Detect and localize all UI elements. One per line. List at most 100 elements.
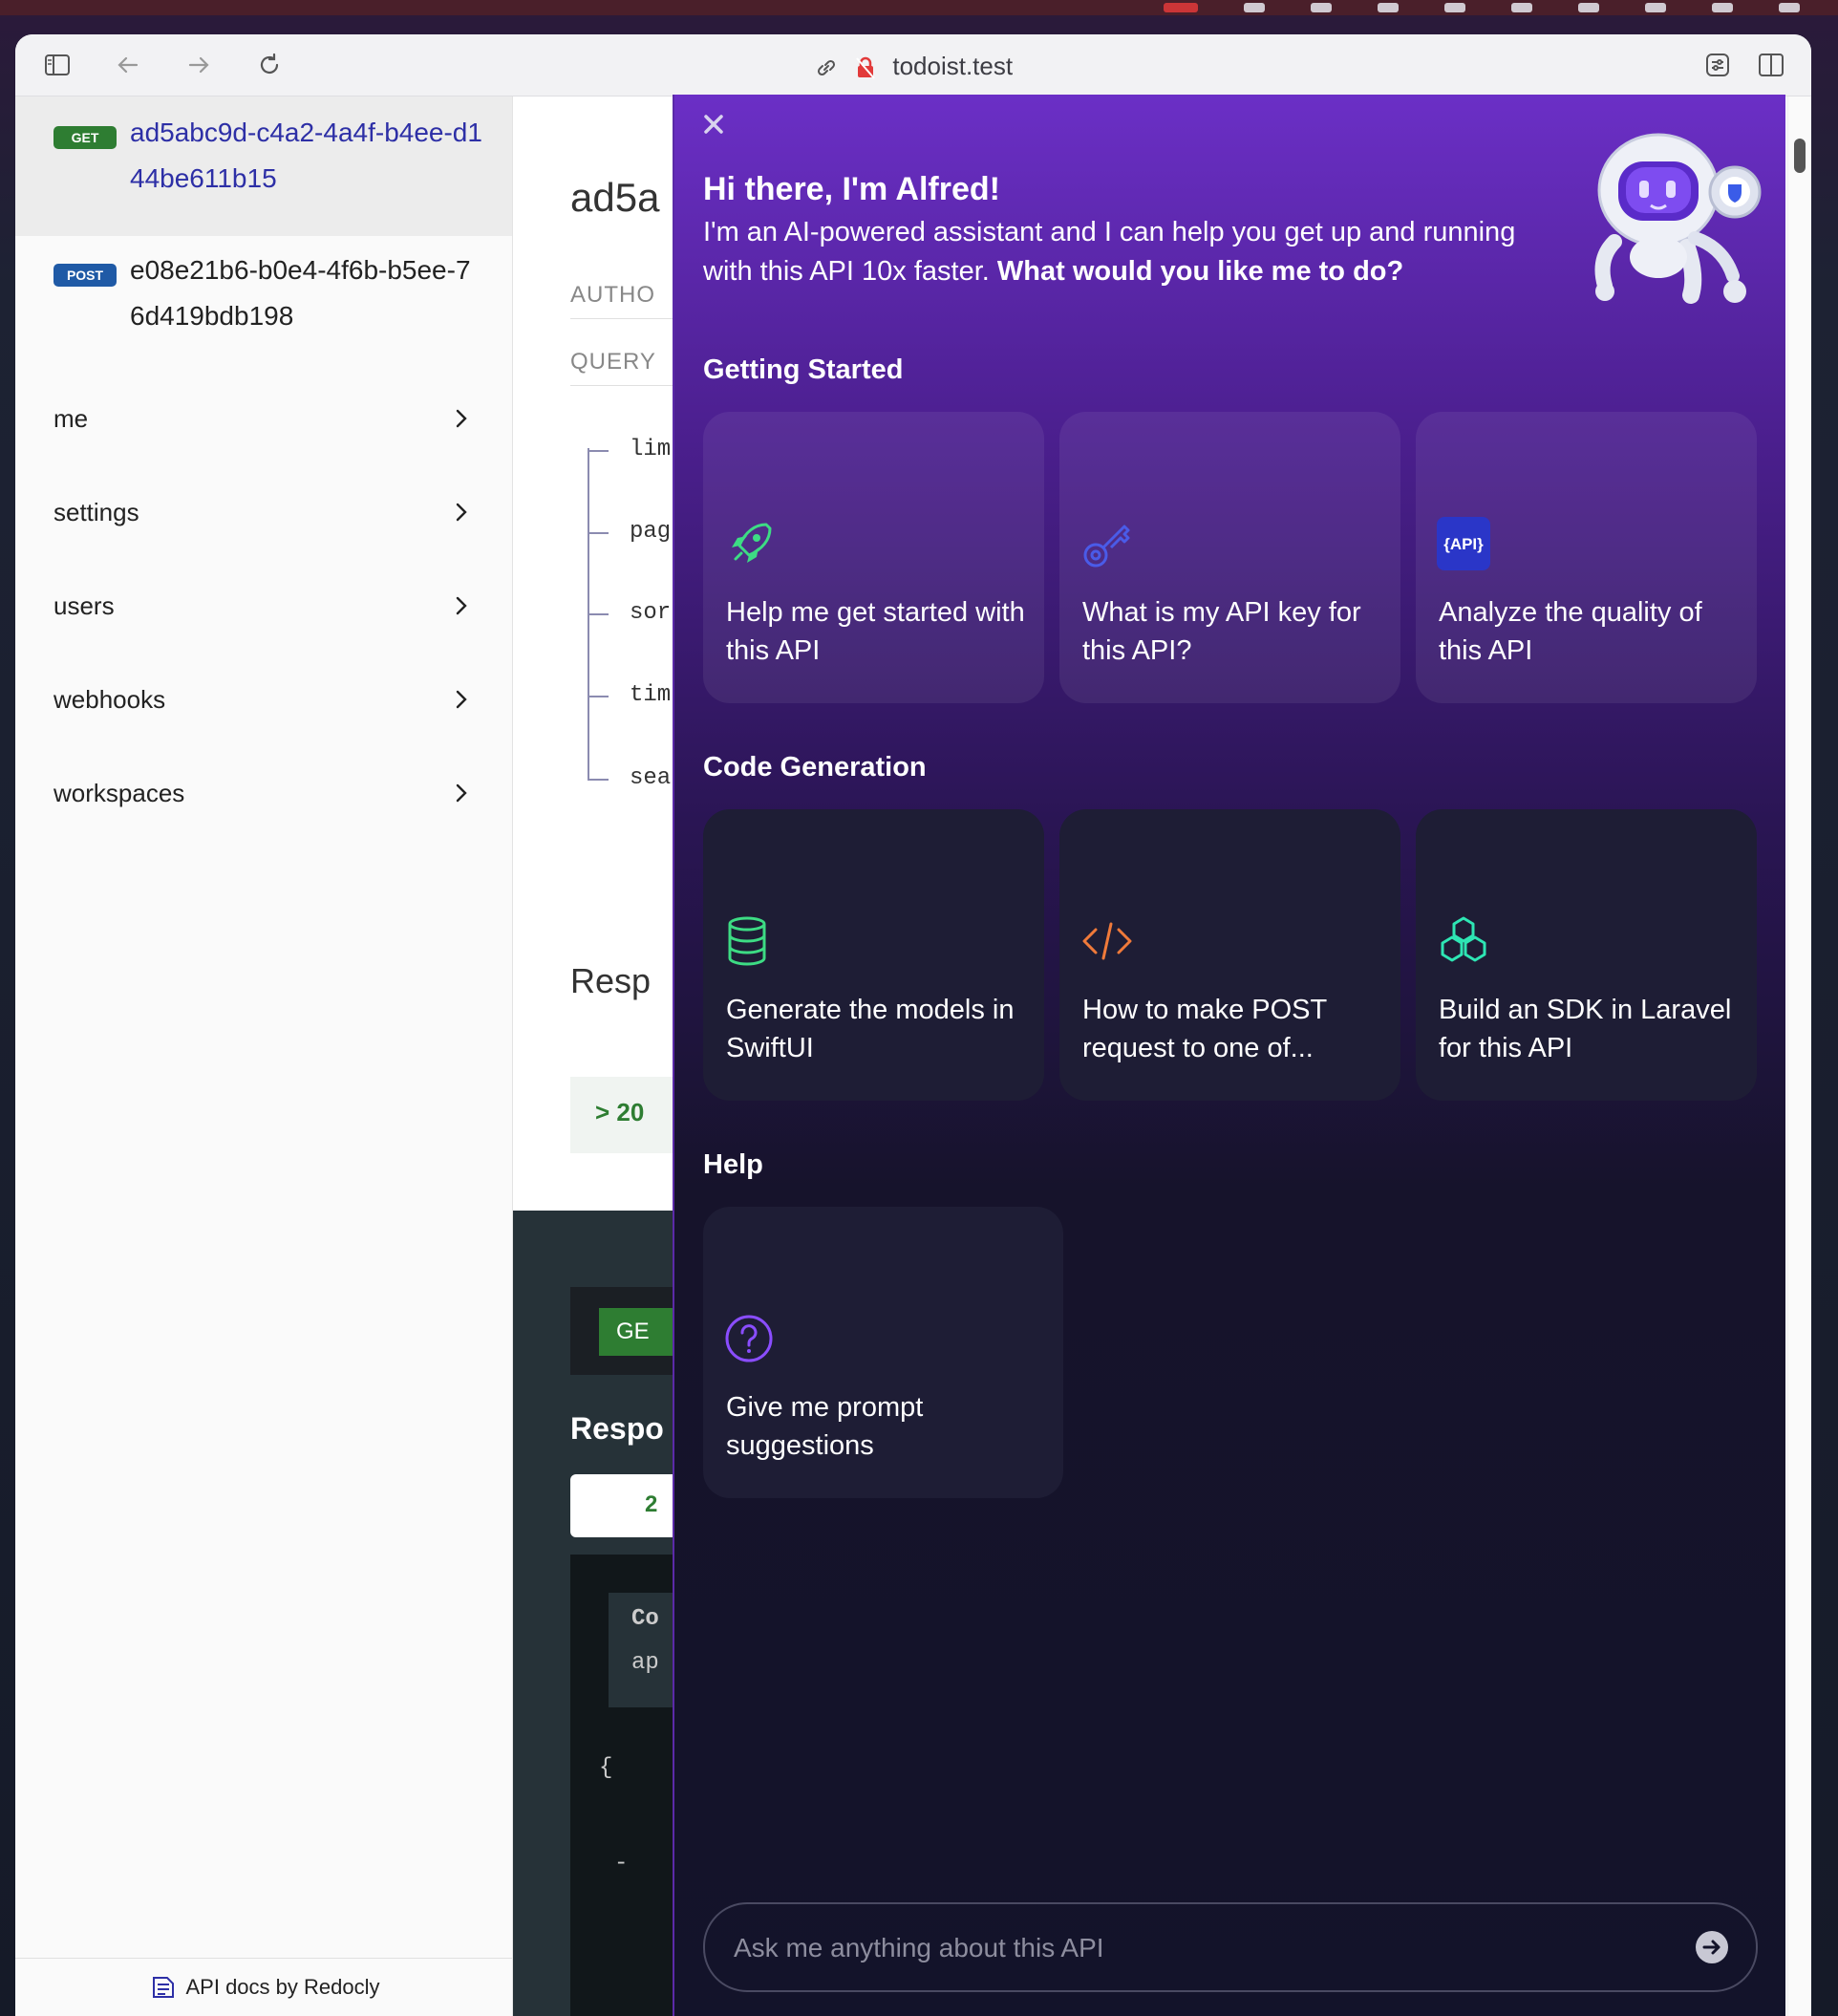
cubes-icon bbox=[1441, 916, 1486, 962]
group-label: users bbox=[53, 590, 115, 620]
response-samples-heading: Respo bbox=[570, 1411, 664, 1446]
footer-text: API docs by Redocly bbox=[185, 1975, 380, 1999]
url-text: todoist.test bbox=[892, 52, 1014, 80]
ai-assistant-panel: Hi there, I'm Alfred! I'm an AI-powered … bbox=[673, 95, 1785, 2016]
card-label: Generate the models in SwiftUI bbox=[726, 995, 1015, 1063]
mac-menubar bbox=[0, 0, 1838, 15]
page-scrollbar[interactable] bbox=[1787, 97, 1811, 2016]
code-text: - bbox=[614, 1851, 629, 1877]
sidebar-group-me[interactable]: me bbox=[53, 390, 474, 447]
authorizations-label: AUTHO bbox=[570, 282, 655, 308]
split-view-button[interactable] bbox=[1754, 48, 1788, 82]
send-arrow-icon[interactable] bbox=[1695, 1930, 1729, 1964]
not-secure-lock-icon bbox=[856, 56, 875, 79]
tree-branch bbox=[588, 450, 609, 452]
card-label: Help me get started with this API bbox=[726, 597, 1025, 666]
code-icon bbox=[1082, 922, 1132, 960]
status-icon[interactable] bbox=[1779, 3, 1800, 12]
notification-badge-icon[interactable] bbox=[1164, 3, 1198, 12]
card-label: Analyze the quality of this API bbox=[1439, 597, 1702, 666]
endpoint-post[interactable]: POST e08e21b6-b0e4-4f6b-b5ee-76d419bdb19… bbox=[15, 236, 512, 370]
param-name: pag bbox=[630, 519, 672, 545]
status-icon[interactable] bbox=[1712, 3, 1733, 12]
param-name: sea bbox=[630, 765, 672, 791]
chevron-right-icon bbox=[456, 783, 467, 803]
status-icon[interactable] bbox=[1444, 3, 1465, 12]
tab-label: 2 bbox=[645, 1491, 658, 1517]
intro-question: What would you like me to do? bbox=[996, 256, 1404, 287]
endpoint-path: e08e21b6-b0e4-4f6b-b5ee-76d419bdb198 bbox=[130, 255, 471, 331]
card-label: Give me prompt suggestions bbox=[726, 1392, 924, 1461]
operation-title: ad5a bbox=[570, 175, 660, 220]
tree-branch bbox=[588, 613, 609, 615]
tree-branch bbox=[588, 532, 609, 534]
card-label: Build an SDK in Laravel for this API bbox=[1439, 995, 1732, 1063]
card-prompt-suggestions[interactable]: Give me prompt suggestions bbox=[703, 1207, 1063, 1498]
assistant-greeting: Hi there, I'm Alfred! bbox=[703, 171, 1000, 207]
group-label: me bbox=[53, 403, 89, 433]
extension-button[interactable] bbox=[1700, 48, 1735, 82]
responses-heading: Resp bbox=[570, 961, 652, 1000]
status-icon[interactable] bbox=[1511, 3, 1532, 12]
method-badge-post: POST bbox=[53, 264, 117, 287]
tree-branch bbox=[588, 779, 609, 781]
endpoint-path: ad5abc9d-c4a2-4a4f-b4ee-d144be611b15 bbox=[130, 118, 482, 193]
section-getting-started: Getting Started bbox=[703, 354, 904, 385]
group-label: webhooks bbox=[53, 684, 166, 714]
card-generate-models[interactable]: Generate the models in SwiftUI bbox=[703, 809, 1044, 1101]
close-icon[interactable] bbox=[699, 110, 728, 139]
sidebar-group-users[interactable]: users bbox=[53, 577, 474, 634]
query-params-label: QUERY bbox=[570, 349, 656, 375]
section-code-generation: Code Generation bbox=[703, 752, 927, 783]
code-text: { bbox=[599, 1755, 613, 1781]
param-name: lim bbox=[630, 437, 672, 462]
code-text: Co bbox=[631, 1606, 659, 1632]
get-method-button[interactable]: GE bbox=[599, 1308, 673, 1356]
card-analyze[interactable]: {API} Analyze the quality of this API bbox=[1416, 412, 1757, 703]
status-icon[interactable] bbox=[1311, 3, 1332, 12]
sidebar-group-webhooks[interactable]: webhooks bbox=[53, 671, 474, 728]
assistant-intro: I'm an AI-powered assistant and I can he… bbox=[703, 213, 1563, 291]
code-text: ap bbox=[631, 1650, 659, 1676]
card-get-started[interactable]: Help me get started with this API bbox=[703, 412, 1044, 703]
rocket-icon bbox=[732, 523, 772, 563]
param-name: sor bbox=[630, 600, 672, 626]
ask-input-container bbox=[703, 1902, 1758, 1992]
scroll-thumb[interactable] bbox=[1794, 139, 1806, 173]
status-icon[interactable] bbox=[1244, 3, 1265, 12]
address-bar[interactable]: todoist.test bbox=[15, 52, 1811, 81]
redocly-footer-link[interactable]: API docs by Redocly bbox=[15, 1958, 512, 2016]
section-help: Help bbox=[703, 1149, 763, 1180]
endpoint-get[interactable]: GET ad5abc9d-c4a2-4a4f-b4ee-d144be611b15 bbox=[15, 97, 512, 236]
status-icon[interactable] bbox=[1645, 3, 1666, 12]
extension-icon bbox=[1706, 54, 1729, 76]
tree-branch bbox=[588, 696, 609, 697]
card-api-key[interactable]: What is my API key for this API? bbox=[1059, 412, 1400, 703]
group-label: settings bbox=[53, 497, 139, 526]
api-badge-icon: {API} bbox=[1437, 517, 1490, 570]
group-label: workspaces bbox=[53, 778, 185, 807]
sidebar-group-workspaces[interactable]: workspaces bbox=[53, 764, 474, 822]
card-label: How to make POST request to one of... bbox=[1082, 995, 1327, 1063]
card-label: What is my API key for this API? bbox=[1082, 597, 1361, 666]
question-icon bbox=[725, 1315, 773, 1362]
database-icon bbox=[728, 916, 766, 966]
status-icon[interactable] bbox=[1378, 3, 1399, 12]
link-icon bbox=[817, 60, 835, 76]
card-build-sdk[interactable]: Build an SDK in Laravel for this API bbox=[1416, 809, 1757, 1101]
sidebar-group-settings[interactable]: settings bbox=[53, 483, 474, 541]
split-view-icon bbox=[1759, 54, 1784, 76]
method-badge-get: GET bbox=[53, 126, 117, 149]
chevron-right-icon bbox=[456, 690, 467, 709]
browser-toolbar: todoist.test bbox=[15, 34, 1811, 97]
status-icon[interactable] bbox=[1578, 3, 1599, 12]
alfred-robot-icon bbox=[1594, 133, 1762, 304]
ask-input[interactable] bbox=[732, 1904, 1653, 1992]
api-badge-text: {API} bbox=[1443, 535, 1484, 553]
api-sidebar: GET ad5abc9d-c4a2-4a4f-b4ee-d144be611b15… bbox=[15, 97, 513, 2016]
chevron-right-icon bbox=[456, 503, 467, 522]
card-post-request[interactable]: How to make POST request to one of... bbox=[1059, 809, 1400, 1101]
chevron-right-icon bbox=[456, 596, 467, 615]
key-icon bbox=[1083, 525, 1130, 568]
chevron-right-icon bbox=[456, 409, 467, 428]
